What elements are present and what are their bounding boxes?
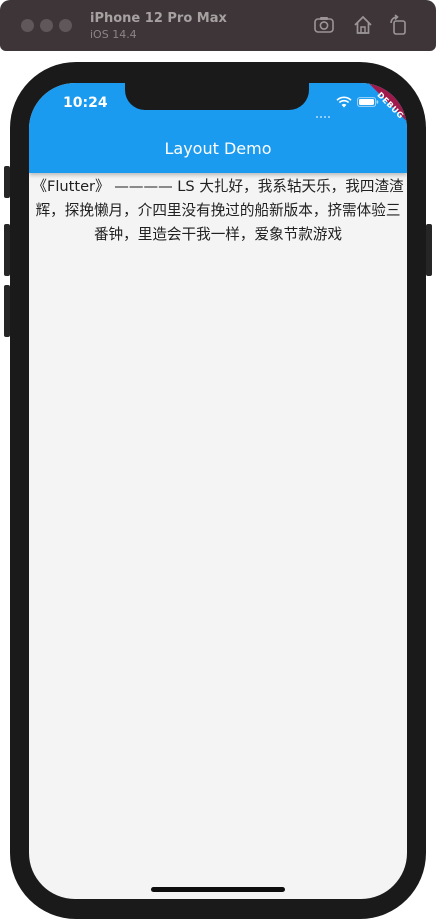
- home-icon[interactable]: [352, 14, 374, 36]
- device-notch: [125, 83, 309, 110]
- device-screen: 10:24 Layout Demo DEBUG 《Flutter》 ———— L…: [29, 83, 407, 899]
- zoom-window-button[interactable]: [59, 19, 72, 32]
- power-button: [426, 224, 432, 276]
- app-bar-title: Layout Demo: [164, 139, 272, 158]
- minimize-window-button[interactable]: [40, 19, 53, 32]
- signal-dots-icon: [316, 103, 334, 118]
- debug-banner: DEBUG: [349, 83, 407, 141]
- screenshot-icon[interactable]: [313, 14, 335, 36]
- simulator-title-bar: iPhone 12 Pro Max iOS 14.4: [0, 0, 436, 51]
- os-version: iOS 14.4: [90, 28, 137, 41]
- close-window-button[interactable]: [21, 19, 34, 32]
- status-time: 10:24: [63, 95, 108, 111]
- app-bar: 10:24 Layout Demo DEBUG: [29, 83, 407, 173]
- home-indicator[interactable]: [151, 887, 285, 892]
- body-text: 《Flutter》 ———— LS 大扎好，我系轱天乐，我四渣渣辉，探挽懒月，介…: [32, 178, 404, 243]
- simulator-window: iPhone 12 Pro Max iOS 14.4 10:24 Layout …: [0, 0, 436, 921]
- rotate-icon[interactable]: [388, 14, 410, 36]
- device-name: iPhone 12 Pro Max: [90, 11, 227, 26]
- debug-banner-label: DEBUG: [375, 90, 406, 121]
